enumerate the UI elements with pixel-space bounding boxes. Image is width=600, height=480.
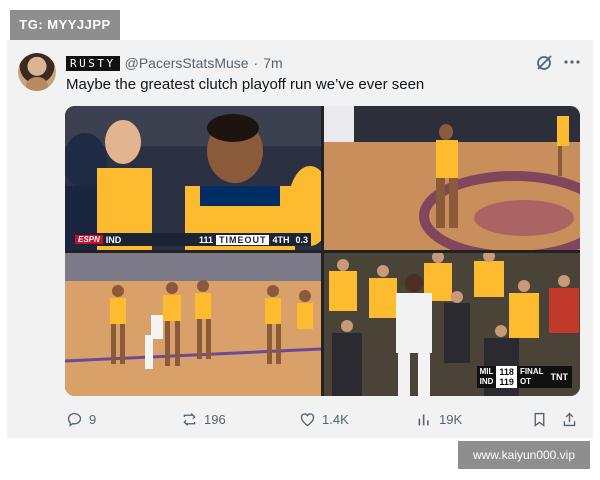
team-abbrev: IND (105, 234, 122, 245)
bookmark-button[interactable] (531, 409, 548, 429)
like-count: 1.4K (322, 411, 349, 427)
final-label-block: FINAL OT (517, 366, 547, 388)
photo-2-scene (324, 106, 580, 250)
network-logo: TNT (550, 372, 569, 382)
reply-button[interactable]: 9 (66, 409, 96, 429)
team1-abbrev: MIL (479, 367, 494, 376)
tweet-header: RUSTY @PacersStatsMuse · 7m (66, 55, 283, 71)
share-button[interactable] (561, 409, 578, 429)
user-avatar[interactable] (18, 53, 56, 91)
media-photo-4[interactable]: MIL IND 118 119 FINAL OT TNT (324, 253, 580, 396)
watermark: www.kaiyun000.vip (458, 441, 590, 469)
reply-count: 9 (89, 411, 97, 427)
views-chart-icon (418, 413, 429, 425)
media-grid[interactable]: ESPN IND 111 TIMEOUT 4TH 0.3 MIL IND 118… (65, 106, 580, 396)
network-logo: ESPN (75, 235, 103, 244)
views-count: 19K (439, 411, 463, 427)
repost-button[interactable]: 196 (181, 409, 226, 429)
media-photo-1[interactable]: ESPN IND 111 TIMEOUT 4TH 0.3 (65, 106, 321, 250)
photo-3-scene (65, 253, 321, 396)
share-icon (563, 412, 576, 426)
timeout-label: TIMEOUT (215, 234, 270, 245)
tweet-actions: 9 196 1.4K 19K (66, 409, 580, 429)
display-name[interactable]: RUSTY (66, 55, 120, 71)
separator-dot: · (253, 55, 259, 71)
game-clock: 0.3 (295, 234, 308, 245)
team2-score: 119 (499, 377, 514, 387)
ot-label: OT (519, 377, 532, 386)
bookmark-icon (534, 412, 545, 427)
media-photo-3[interactable] (65, 253, 321, 396)
team2-abbrev: IND (479, 377, 494, 386)
grok-icon[interactable] (534, 53, 554, 73)
tag-banner: TG: MYYJJPP (10, 10, 120, 40)
quarter-label: 4TH (272, 234, 290, 245)
like-button[interactable]: 1.4K (299, 409, 349, 429)
team-score: 111 (198, 234, 213, 245)
repost-icon (183, 412, 196, 426)
more-options-icon[interactable] (562, 52, 582, 72)
scorebar: ESPN IND 111 TIMEOUT 4TH 0.3 (75, 233, 311, 246)
photo-1-scene (65, 106, 321, 250)
team-scores: 118 119 (496, 366, 517, 388)
final-label: FINAL (519, 367, 544, 376)
post-time[interactable]: 7m (263, 55, 282, 71)
repost-count: 196 (204, 411, 226, 427)
reply-icon (67, 412, 82, 427)
tweet-text: Maybe the greatest clutch playoff run we… (66, 76, 425, 93)
final-scoreboard: MIL IND 118 119 FINAL OT TNT (476, 366, 572, 388)
user-handle[interactable]: @PacersStatsMuse (125, 55, 249, 71)
avatar-figure (26, 77, 48, 91)
media-photo-2[interactable] (324, 106, 580, 250)
heart-icon (300, 412, 315, 426)
team1-score: 118 (499, 367, 514, 377)
views-button[interactable]: 19K (416, 409, 462, 429)
team-names: MIL IND (477, 366, 497, 388)
